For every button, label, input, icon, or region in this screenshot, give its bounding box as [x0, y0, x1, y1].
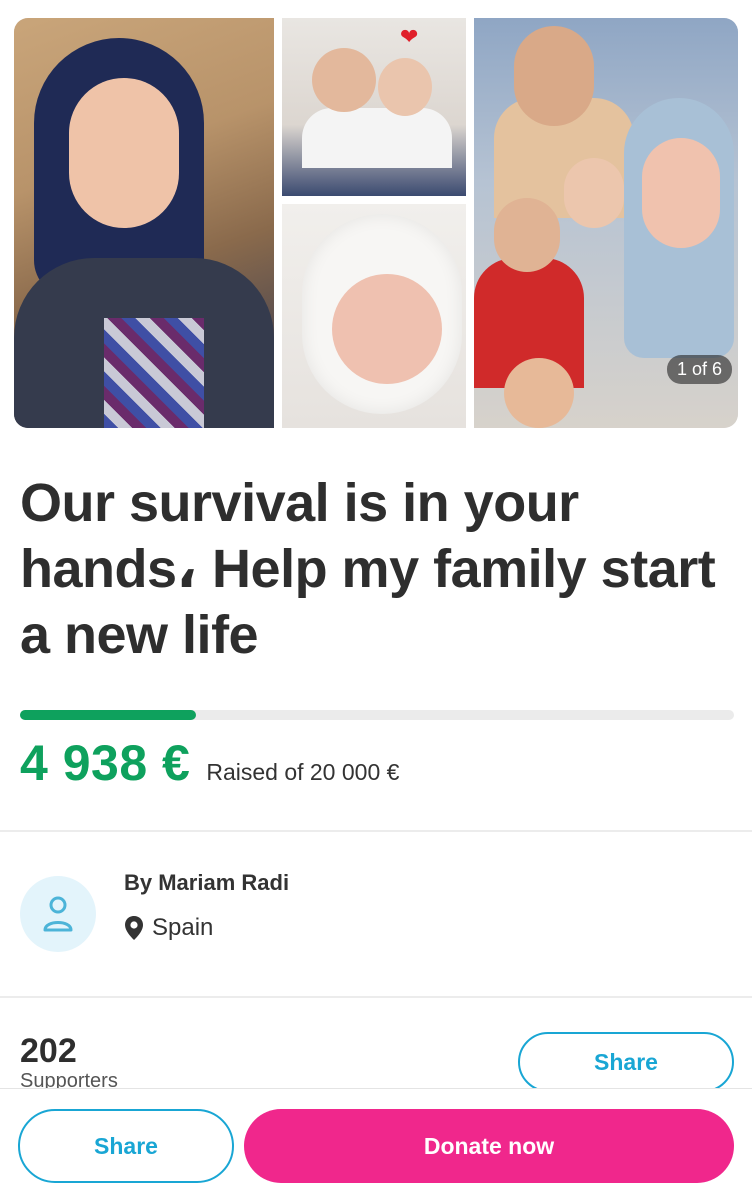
organizer-location: Spain	[124, 914, 213, 942]
campaign-title: Our survival is in your hands، Help my f…	[20, 473, 716, 665]
progress-bar-fill	[20, 710, 197, 720]
supporters-label: Supporters	[20, 1070, 118, 1088]
photo-detail	[504, 358, 574, 428]
photo-detail	[378, 58, 432, 116]
avatar[interactable]	[20, 876, 96, 952]
gallery-photo-children[interactable]: ❤	[282, 18, 466, 196]
photo-counter-badge: 1 of 6	[666, 355, 732, 384]
user-icon	[43, 896, 73, 932]
location-text: Spain	[152, 914, 214, 941]
gallery-divider	[274, 18, 282, 428]
raised-summary: 4 938 € Raised of 20 000 €	[20, 734, 399, 792]
photo-detail	[494, 198, 560, 272]
gallery-photo-woman[interactable]	[14, 18, 274, 428]
organizer-name[interactable]: By Mariam Radi	[124, 870, 289, 896]
share-button[interactable]: Share	[518, 1032, 734, 1092]
location-pin-icon	[125, 916, 143, 940]
photo-detail	[332, 274, 442, 384]
photo-detail	[312, 48, 376, 112]
supporters-count: 202	[20, 1032, 77, 1070]
campaign-page: ❤ 1 of 6 Our survival is in your hands، …	[0, 0, 752, 1200]
raised-amount: 4 938 €	[20, 735, 191, 791]
raised-goal-label: Raised of 20 000 €	[206, 759, 400, 785]
progress-bar	[20, 710, 734, 720]
photo-detail	[104, 318, 204, 428]
photo-detail	[69, 78, 179, 228]
gallery-divider	[466, 18, 474, 428]
share-button-bottom[interactable]: Share	[18, 1109, 234, 1183]
photo-detail	[642, 138, 720, 248]
section-divider	[0, 830, 752, 832]
photo-detail	[514, 26, 594, 126]
photo-detail	[302, 108, 452, 168]
section-divider	[0, 996, 752, 998]
photo-detail	[564, 158, 624, 228]
gallery-divider	[282, 196, 466, 204]
heart-icon: ❤	[400, 24, 419, 49]
photo-gallery[interactable]: ❤ 1 of 6	[14, 18, 738, 428]
gallery-photo-baby[interactable]	[282, 204, 466, 428]
donate-button[interactable]: Donate now	[244, 1109, 734, 1183]
bottom-action-bar: Share Donate now	[0, 1088, 752, 1200]
